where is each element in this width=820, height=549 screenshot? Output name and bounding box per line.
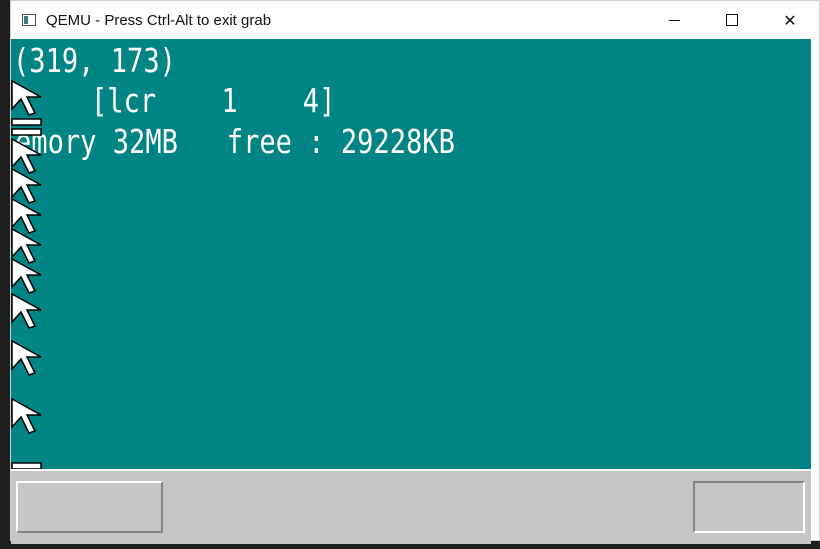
window-title: QEMU - Press Ctrl-Alt to exit grab: [46, 11, 272, 29]
qemu-screen[interactable]: (319, 173) [lcr 1 4] emory 32MB free : 2…: [11, 39, 811, 544]
taskbar-highlight: [11, 469, 811, 471]
qemu-window: QEMU - Press Ctrl-Alt to exit grab ✕ (31…: [10, 0, 820, 544]
mouse-coordinates-text: (319, 173): [13, 41, 176, 80]
start-button[interactable]: [16, 481, 163, 533]
maximize-icon: [726, 14, 738, 26]
close-button[interactable]: ✕: [761, 1, 819, 39]
maximize-button[interactable]: [703, 1, 761, 39]
taskbar: [11, 469, 811, 544]
keyboard-status-text: [lcr 1 4]: [91, 81, 336, 120]
memory-info-text: emory 32MB free : 29228KB: [15, 122, 455, 161]
qemu-app-icon: [22, 14, 36, 26]
title-bar[interactable]: QEMU - Press Ctrl-Alt to exit grab ✕: [11, 1, 819, 39]
system-tray: [693, 481, 805, 533]
cursor-icon: [11, 79, 42, 116]
mouse-cursor-trail: [11, 79, 42, 509]
window-controls: ✕: [645, 1, 819, 39]
minimize-button[interactable]: [645, 1, 703, 39]
close-icon: ✕: [783, 10, 797, 30]
minimize-icon: [668, 19, 680, 21]
